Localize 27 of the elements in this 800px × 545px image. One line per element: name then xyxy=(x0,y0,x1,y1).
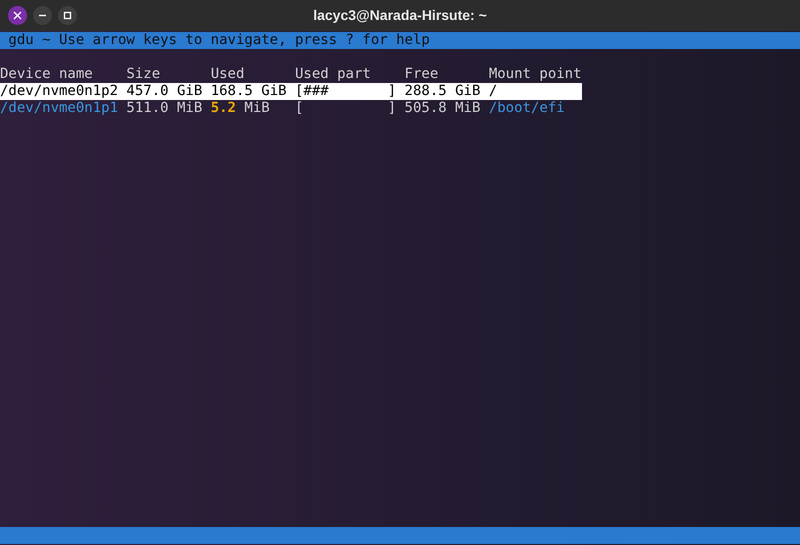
column-header: Used xyxy=(210,66,246,83)
table-cell-text: 168.5 GiB xyxy=(210,83,288,100)
table-cell-text: /dev/nvme0n1p1 xyxy=(0,100,120,117)
table-cell-text: 505.8 MiB xyxy=(404,100,482,117)
table-cell-text: /dev/nvme0n1p2 xyxy=(0,83,120,100)
table-cell-text: [ ] xyxy=(294,100,398,117)
table-cell-text: 288.5 GiB xyxy=(404,83,482,100)
table-cell-text: [### ] xyxy=(294,83,398,100)
column-header: Free xyxy=(404,66,440,83)
close-icon xyxy=(13,11,22,20)
table-cell-text: 5.2 MiB xyxy=(210,100,271,117)
maximize-button[interactable] xyxy=(58,6,77,25)
table-cell-text: / xyxy=(488,83,498,100)
close-button[interactable] xyxy=(8,6,27,25)
table-cell-text: 511.0 MiB xyxy=(126,100,204,117)
table-row[interactable]: /dev/nvme0n1p2 457.0 GiB 168.5 GiB [### ] 288.5 GiB / xyxy=(0,83,582,100)
column-header: Device name xyxy=(0,66,94,83)
minimize-button[interactable] xyxy=(33,6,52,25)
column-header: Used part xyxy=(294,66,372,83)
column-header: Size xyxy=(126,66,162,83)
maximize-icon xyxy=(63,11,72,20)
table-cell-text: /boot/efi xyxy=(488,100,566,117)
table-cell-text: 457.0 GiB xyxy=(126,83,204,100)
table-row[interactable]: /dev/nvme0n1p1 511.0 MiB 5.2 MiB [ ] 505.8 MiB /boot/efi xyxy=(0,100,582,117)
column-header: Mount point xyxy=(488,66,583,83)
window-title: lacyc3@Narada-Hirsute: ~ xyxy=(313,6,487,25)
help-text: gdu ~ Use arrow keys to navigate, press ? for help xyxy=(7,32,430,49)
